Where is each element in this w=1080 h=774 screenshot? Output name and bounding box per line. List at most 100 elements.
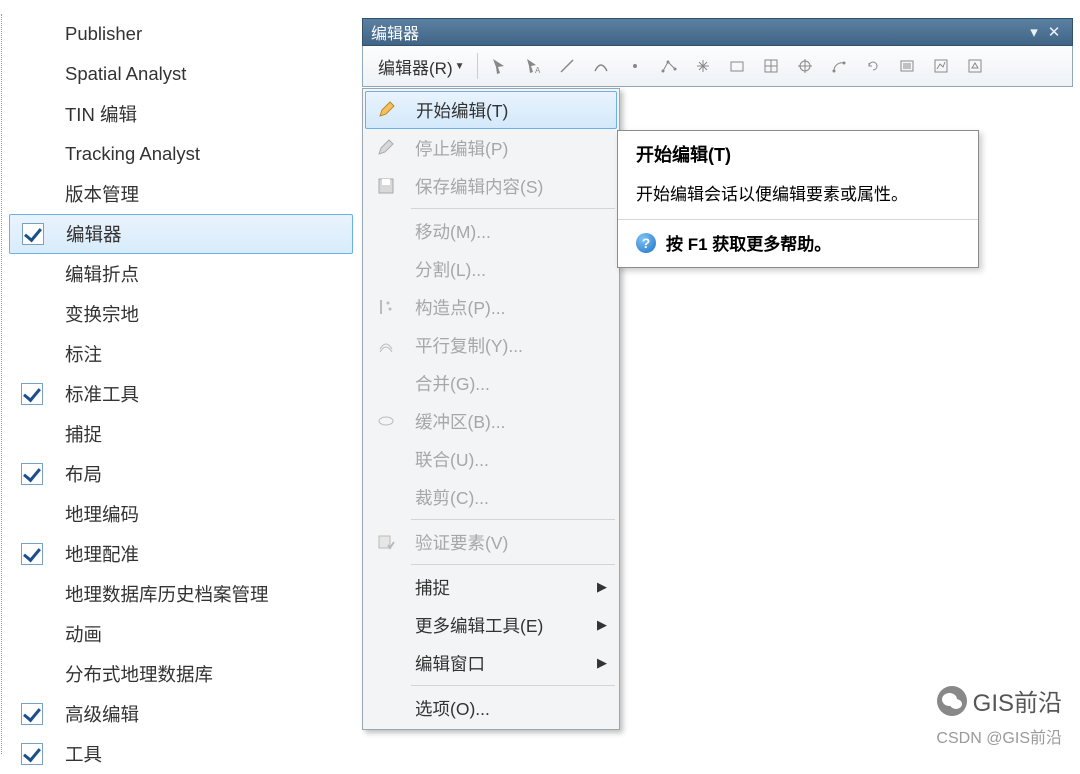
buffer-icon: [371, 406, 401, 436]
menu-item[interactable]: 编辑窗口 ▶: [365, 644, 617, 682]
sketch-tool[interactable]: [959, 50, 991, 82]
tree-item[interactable]: 高级编辑: [9, 694, 353, 734]
chevron-down-icon: ▼: [455, 61, 465, 72]
rotate-tool[interactable]: [857, 50, 889, 82]
trace-tool[interactable]: [585, 50, 617, 82]
tree-item[interactable]: 编辑器: [9, 214, 353, 254]
tree-item[interactable]: 动画: [9, 614, 353, 654]
tree-item-label: 编辑折点: [65, 261, 139, 287]
menu-item-label: 保存编辑内容(S): [415, 174, 543, 199]
menu-item[interactable]: 更多编辑工具(E) ▶: [365, 606, 617, 644]
menu-item: 停止编辑(P): [365, 129, 617, 167]
svg-text:A: A: [535, 66, 541, 75]
editor-toolbar-title: 编辑器: [371, 20, 1024, 44]
checkbox[interactable]: [21, 383, 43, 405]
checkbox[interactable]: [21, 703, 43, 725]
menu-separator: [411, 208, 615, 209]
tree-item[interactable]: 地理配准: [9, 534, 353, 574]
tree-item-label: 标准工具: [65, 381, 139, 407]
tree-item[interactable]: 编辑折点: [9, 254, 353, 294]
tree-item[interactable]: 地理编码: [9, 494, 353, 534]
edit-arrow[interactable]: [483, 50, 515, 82]
tree-item-label: 工具: [65, 741, 102, 767]
tree-item[interactable]: 标注: [9, 334, 353, 374]
editor-toolbar-titlebar[interactable]: 编辑器 ▾ ✕: [362, 18, 1073, 46]
tree-item[interactable]: Publisher: [9, 14, 353, 54]
tree-item[interactable]: Tracking Analyst: [9, 134, 353, 174]
menu-item: 分割(L)...: [365, 250, 617, 288]
checkbox[interactable]: [22, 223, 44, 245]
tree-item[interactable]: Spatial Analyst: [9, 54, 353, 94]
tree-item-label: 地理编码: [65, 501, 139, 527]
menu-item: 验证要素(V): [365, 523, 617, 561]
checkbox[interactable]: [21, 463, 43, 485]
menu-item-label: 编辑窗口: [415, 651, 485, 676]
tooltip-body: 开始编辑会话以便编辑要素或属性。: [636, 179, 962, 211]
grid-tool[interactable]: [755, 50, 787, 82]
menu-item-label: 移动(M)...: [415, 219, 491, 244]
wechat-icon: [937, 686, 967, 716]
tree-item-label: Tracking Analyst: [65, 143, 200, 165]
line-tool[interactable]: [551, 50, 583, 82]
menu-separator: [411, 564, 615, 565]
sparkle-tool[interactable]: [687, 50, 719, 82]
rect-tool[interactable]: [721, 50, 753, 82]
tree-item[interactable]: TIN 编辑: [9, 94, 353, 134]
menu-item: 构造点(P)...: [365, 288, 617, 326]
menu-item: 裁剪(C)...: [365, 478, 617, 516]
menu-separator: [411, 519, 615, 520]
point-tool[interactable]: [619, 50, 651, 82]
tree-item[interactable]: 工具: [9, 734, 353, 774]
watermark-attribution: CSDN @GIS前沿: [936, 724, 1062, 748]
blank-icon: [371, 254, 401, 284]
tree-item[interactable]: 变换宗地: [9, 294, 353, 334]
chevron-right-icon: ▶: [597, 655, 607, 671]
tree-item-label: 布局: [65, 461, 102, 487]
menu-item: 平行复制(Y)...: [365, 326, 617, 364]
tree-item-label: TIN 编辑: [65, 101, 137, 127]
tree-item[interactable]: 分布式地理数据库: [9, 654, 353, 694]
vertex-tool[interactable]: [653, 50, 685, 82]
menu-item-label: 平行复制(Y)...: [415, 333, 523, 358]
tree-item[interactable]: 捕捉: [9, 414, 353, 454]
menu-item[interactable]: 选项(O)...: [365, 689, 617, 727]
window-options-icon[interactable]: ▾: [1024, 23, 1044, 41]
menu-item: 联合(U)...: [365, 440, 617, 478]
menu-item[interactable]: 开始编辑(T): [365, 91, 617, 129]
tree-item[interactable]: 布局: [9, 454, 353, 494]
menu-item[interactable]: 捕捉▶: [365, 568, 617, 606]
tree-item[interactable]: 版本管理: [9, 174, 353, 214]
blank-icon: [371, 572, 401, 602]
tree-item[interactable]: 地理数据库历史档案管理: [9, 574, 353, 614]
menu-item-label: 裁剪(C)...: [415, 485, 489, 510]
pencil2-icon: [371, 133, 401, 163]
tree-item-label: 分布式地理数据库: [65, 661, 213, 687]
tree-item-label: 变换宗地: [65, 301, 139, 327]
chart-tool[interactable]: [925, 50, 957, 82]
checkbox[interactable]: [21, 543, 43, 565]
arc-tool[interactable]: [823, 50, 855, 82]
editor-menu-button[interactable]: 编辑器(R) ▼: [367, 50, 472, 82]
tree-item-label: 标注: [65, 341, 102, 367]
construct-icon: [371, 292, 401, 322]
blank-icon: [371, 368, 401, 398]
tree-item-label: Spatial Analyst: [65, 63, 186, 85]
list-tool[interactable]: [891, 50, 923, 82]
tree-item[interactable]: 标准工具: [9, 374, 353, 414]
tree-item-label: 捕捉: [65, 421, 102, 447]
edit-arrow-sub[interactable]: A: [517, 50, 549, 82]
menu-item-label: 联合(U)...: [415, 447, 489, 472]
blank-icon: [371, 482, 401, 512]
tooltip-help-text: 按 F1 获取更多帮助。: [666, 230, 831, 255]
pencil-icon: [372, 95, 402, 125]
chevron-right-icon: ▶: [597, 617, 607, 633]
target-tool[interactable]: [789, 50, 821, 82]
watermark-brand: GIS前沿: [937, 683, 1062, 718]
editor-menu-label: 编辑器(R): [378, 54, 453, 79]
tooltip-help-row: ? 按 F1 获取更多帮助。: [636, 230, 962, 255]
tree-item-label: 高级编辑: [65, 701, 139, 727]
menu-item-label: 缓冲区(B)...: [415, 409, 505, 434]
tree-item-label: 版本管理: [65, 181, 139, 207]
menu-item-label: 更多编辑工具(E): [415, 613, 543, 638]
close-icon[interactable]: ✕: [1044, 23, 1064, 41]
